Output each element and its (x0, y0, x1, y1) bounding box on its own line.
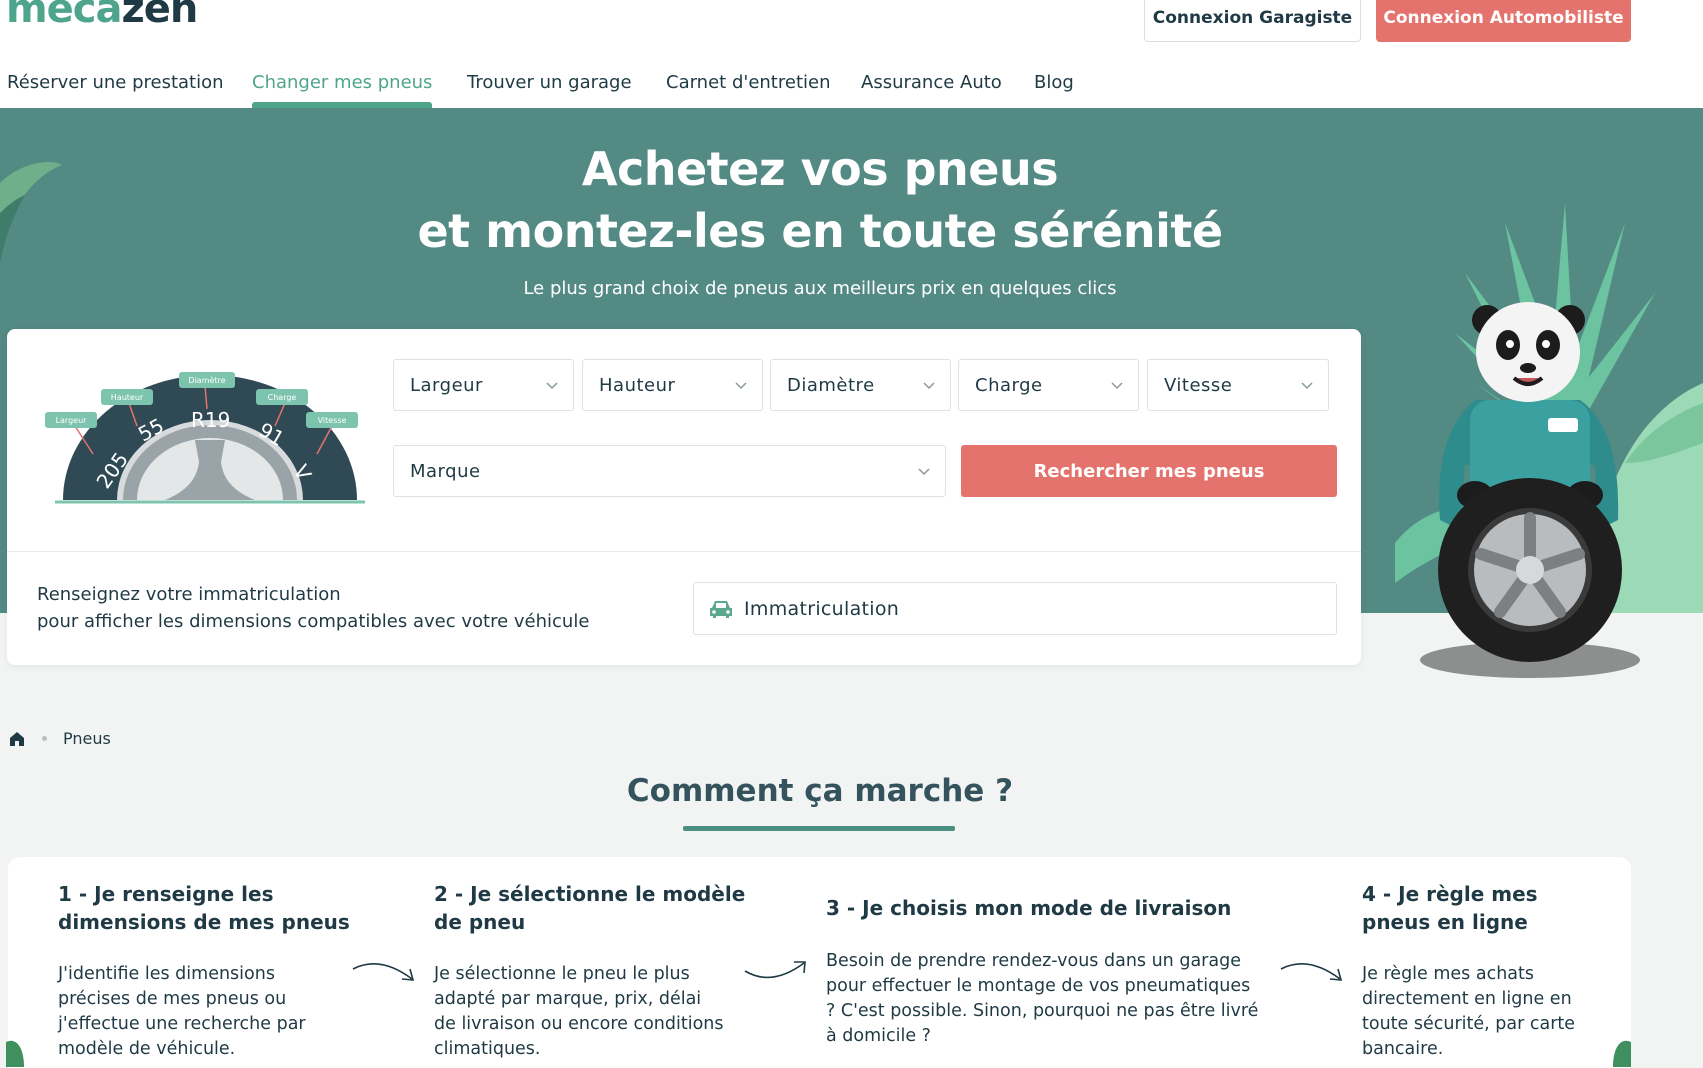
step-1-title: 1 - Je renseigne les dimensions de mes p… (58, 880, 350, 936)
home-icon[interactable] (8, 730, 26, 748)
leaf-decoration-bottom-right (1613, 1040, 1631, 1067)
step-2-text-line: adapté par marque, prix, délai (434, 989, 702, 1009)
charge-select-label: Charge (975, 374, 1043, 396)
diagram-label-charge: Charge (268, 393, 297, 402)
step-4-title-line2: pneus en ligne (1362, 910, 1528, 934)
largeur-select-label: Largeur (410, 374, 483, 396)
connexion-automobiliste-button[interactable]: Connexion Automobiliste (1376, 0, 1631, 42)
diametre-select[interactable]: Diamètre (770, 359, 951, 411)
vitesse-select[interactable]: Vitesse (1147, 359, 1329, 411)
tire-dimensions-diagram: Largeur Hauteur Diamètre Charge Vitesse … (45, 372, 365, 504)
diametre-select-label: Diamètre (787, 374, 875, 396)
step-3-title: 3 - Je choisis mon mode de livraison (826, 894, 1231, 922)
nav-changer-pneus[interactable]: Changer mes pneus (252, 72, 432, 93)
hero-title-line2: et montez-les en toute sérénité (417, 204, 1223, 258)
leaf-decoration-bottom-left (6, 1040, 24, 1067)
panda-mascot-illustration (1420, 302, 1640, 678)
card-divider (7, 551, 1361, 552)
diagram-label-vitesse: Vitesse (318, 416, 347, 425)
nav-carnet-entretien[interactable]: Carnet d'entretien (666, 72, 830, 93)
step-3-text-line: à domicile ? (826, 1026, 931, 1046)
mecazen-logo[interactable]: mecazen (6, 0, 199, 32)
logo-part-zen: zen (121, 0, 199, 32)
nav-assurance-auto[interactable]: Assurance Auto (861, 72, 1002, 93)
nav-reserver-prestation[interactable]: Réserver une prestation (7, 72, 224, 93)
step-4-title-line1: 4 - Je règle mes (1362, 882, 1538, 906)
diagram-value-diametre: R19 (191, 408, 230, 432)
step-3-text-line: pour effectuer le montage de vos pneumat… (826, 976, 1251, 996)
curved-arrow-icon (352, 963, 415, 981)
chevron-down-icon (1111, 382, 1123, 390)
marque-select-label: Marque (410, 460, 481, 482)
curved-arrow-icon (744, 961, 806, 979)
breadcrumb-separator (42, 736, 47, 741)
step-4-text-line: Je règle mes achats (1362, 964, 1535, 984)
nav-blog[interactable]: Blog (1034, 72, 1074, 93)
step-1-title-line1: 1 - Je renseigne les (58, 882, 274, 906)
step-1-title-line2: dimensions de mes pneus (58, 910, 350, 934)
charge-select[interactable]: Charge (958, 359, 1139, 411)
step-3-text-line: Besoin de prendre rendez-vous dans un ga… (826, 951, 1241, 971)
vitesse-select-label: Vitesse (1164, 374, 1233, 396)
how-it-works-underline (683, 826, 955, 831)
plate-instructions-line2: pour afficher les dimensions compatibles… (37, 611, 590, 632)
largeur-select[interactable]: Largeur (393, 359, 574, 411)
step-3-title-line1: 3 - Je choisis mon mode de livraison (826, 896, 1232, 920)
step-4-text: Je règle mes achats directement en ligne… (1362, 962, 1575, 1062)
rechercher-pneus-button[interactable]: Rechercher mes pneus (961, 445, 1337, 497)
connexion-garagiste-button[interactable]: Connexion Garagiste (1144, 0, 1361, 42)
step-1-text: J'identifie les dimensions précises de m… (58, 962, 306, 1062)
site-header: mecazen Connexion Garagiste Connexion Au… (0, 0, 1703, 108)
diagram-label-hauteur: Hauteur (111, 393, 144, 402)
curved-arrow-icon (1280, 963, 1343, 981)
diagram-label-largeur: Largeur (56, 416, 88, 425)
immatriculation-input[interactable]: Immatriculation (693, 582, 1337, 635)
step-3-text-line: ? C'est possible. Sinon, pourquoi ne pas… (826, 1001, 1259, 1021)
step-2-text-line: climatiques. (434, 1039, 541, 1059)
steps-card: 1 - Je renseigne les dimensions de mes p… (6, 857, 1631, 1068)
hauteur-select[interactable]: Hauteur (582, 359, 763, 411)
step-4-text-line: bancaire. (1362, 1039, 1444, 1059)
step-1-text-line: j'effectue une recherche par (58, 1014, 306, 1034)
chevron-down-icon (1301, 382, 1313, 390)
step-4-title: 4 - Je règle mes pneus en ligne (1362, 880, 1538, 936)
chevron-down-icon (546, 382, 558, 390)
step-1-text-line: précises de mes pneus ou (58, 989, 287, 1009)
plate-instructions: Renseignez votre immatriculation pour af… (37, 581, 589, 635)
step-2-text-line: de livraison ou encore conditions (434, 1014, 724, 1034)
step-4-text-line: directement en ligne en (1362, 989, 1572, 1009)
chevron-down-icon (735, 382, 747, 390)
marque-select[interactable]: Marque (393, 445, 946, 497)
immatriculation-placeholder: Immatriculation (744, 597, 900, 620)
step-3-text: Besoin de prendre rendez-vous dans un ga… (826, 949, 1258, 1049)
hero-title-line1: Achetez vos pneus (581, 142, 1059, 196)
chevron-down-icon (918, 468, 930, 476)
diagram-label-diametre: Diamètre (188, 375, 225, 385)
step-2-title-line1: 2 - Je sélectionne le modèle (434, 882, 746, 906)
chevron-down-icon (923, 382, 935, 390)
step-2-text-line: Je sélectionne le pneu le plus (434, 964, 690, 984)
plate-instructions-line1: Renseignez votre immatriculation (37, 584, 341, 605)
step-2-text: Je sélectionne le pneu le plus adapté pa… (434, 962, 724, 1062)
breadcrumb-current: Pneus (63, 729, 111, 748)
tire-search-card: Largeur Hauteur Diamètre Charge Vitesse … (7, 329, 1361, 665)
step-4-text-line: toute sécurité, par carte (1362, 1014, 1576, 1034)
step-1-text-line: J'identifie les dimensions (58, 964, 275, 984)
step-2-title-line2: de pneu (434, 910, 526, 934)
logo-part-meca: meca (6, 0, 123, 32)
step-2-title: 2 - Je sélectionne le modèle de pneu (434, 880, 745, 936)
hauteur-select-label: Hauteur (599, 374, 676, 396)
how-it-works-title: Comment ça marche ? (626, 773, 1014, 809)
breadcrumb: Pneus (8, 729, 111, 748)
car-icon (710, 601, 732, 618)
step-1-text-line: modèle de véhicule. (58, 1039, 236, 1059)
nav-trouver-garage[interactable]: Trouver un garage (467, 72, 632, 93)
